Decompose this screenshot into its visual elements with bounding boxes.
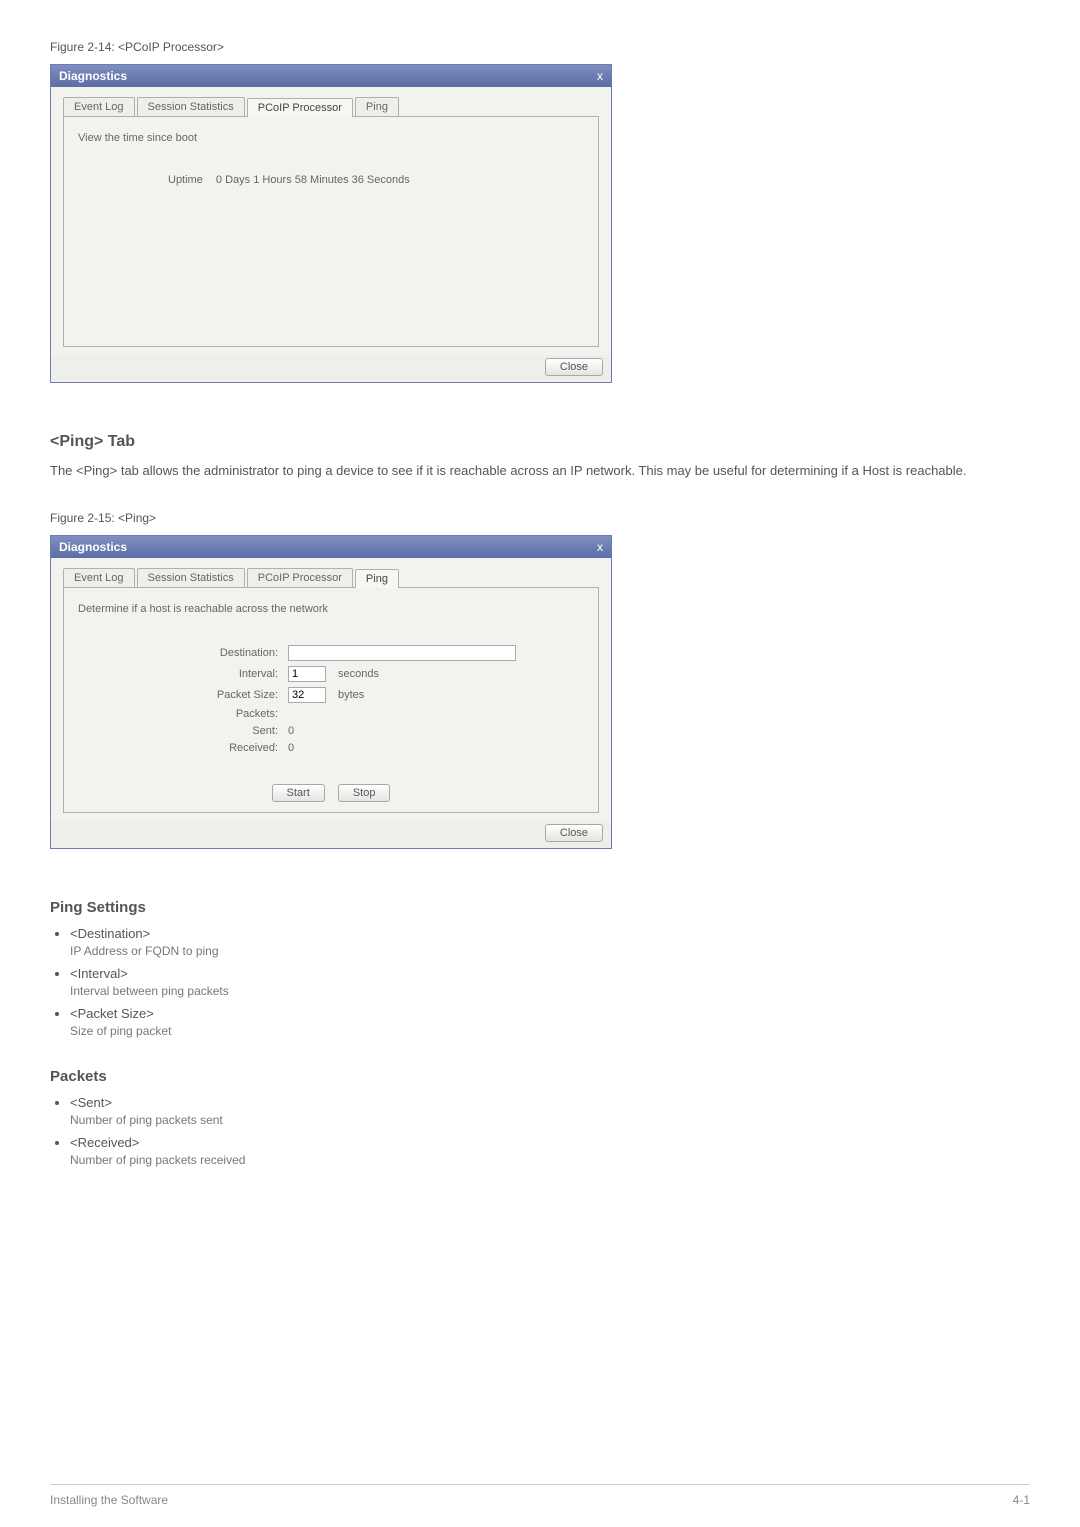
dialog-titlebar: Diagnostics x (51, 65, 611, 87)
close-button[interactable]: Close (545, 824, 603, 842)
tab-ping[interactable]: Ping (355, 569, 399, 588)
figure-caption-214: Figure 2-14: <PCoIP Processor> (50, 40, 1030, 54)
packets-label: Packets: (78, 708, 288, 720)
tabs-bar: Event Log Session Statistics PCoIP Proce… (63, 568, 599, 588)
diagnostics-dialog-pcoip: Diagnostics x Event Log Session Statisti… (50, 64, 612, 383)
ping-tab-heading: <Ping> Tab (50, 433, 1030, 451)
ping-settings-list: <Destination> IP Address or FQDN to ping… (50, 926, 1030, 1038)
sent-value: 0 (288, 725, 294, 737)
list-item: <Packet Size> Size of ping packet (70, 1006, 1030, 1038)
packets-heading: Packets (50, 1068, 1030, 1085)
packet-size-label: Packet Size: (78, 689, 288, 701)
list-item: <Destination> IP Address or FQDN to ping (70, 926, 1030, 958)
term: <Received> (70, 1135, 1030, 1150)
close-icon[interactable]: x (597, 540, 603, 554)
list-item: <Interval> Interval between ping packets (70, 966, 1030, 998)
destination-input[interactable] (288, 645, 516, 661)
footer-left: Installing the Software (50, 1493, 168, 1507)
diagnostics-dialog-ping: Diagnostics x Event Log Session Statisti… (50, 535, 612, 849)
desc: Number of ping packets received (70, 1153, 245, 1167)
sent-label: Sent: (78, 725, 288, 737)
destination-label: Destination: (78, 647, 288, 659)
tab-ping[interactable]: Ping (355, 97, 399, 116)
close-button[interactable]: Close (545, 358, 603, 376)
tab-session-statistics[interactable]: Session Statistics (137, 97, 245, 116)
ping-settings-heading: Ping Settings (50, 899, 1030, 916)
list-item: <Received> Number of ping packets receiv… (70, 1135, 1030, 1167)
tab-pcoip-processor[interactable]: PCoIP Processor (247, 568, 353, 587)
interval-suffix: seconds (338, 668, 379, 680)
term: <Interval> (70, 966, 1030, 981)
packet-size-suffix: bytes (338, 689, 364, 701)
tab-event-log[interactable]: Event Log (63, 568, 135, 587)
tab-session-statistics[interactable]: Session Statistics (137, 568, 245, 587)
term: <Packet Size> (70, 1006, 1030, 1021)
term: <Destination> (70, 926, 1030, 941)
dialog-titlebar: Diagnostics x (51, 536, 611, 558)
ping-tab-body: The <Ping> tab allows the administrator … (50, 461, 1030, 481)
interval-input[interactable] (288, 666, 326, 682)
received-label: Received: (78, 742, 288, 754)
packet-size-input[interactable] (288, 687, 326, 703)
desc: Interval between ping packets (70, 984, 229, 998)
start-button[interactable]: Start (272, 784, 325, 802)
uptime-value: 0 Days 1 Hours 58 Minutes 36 Seconds (216, 174, 410, 186)
tab-hint: View the time since boot (78, 132, 584, 144)
packets-list: <Sent> Number of ping packets sent <Rece… (50, 1095, 1030, 1167)
tab-content-pcoip: View the time since boot Uptime 0 Days 1… (63, 117, 599, 347)
term: <Sent> (70, 1095, 1030, 1110)
received-value: 0 (288, 742, 294, 754)
figure-caption-215: Figure 2-15: <Ping> (50, 511, 1030, 525)
page-footer: Installing the Software 4-1 (50, 1484, 1030, 1507)
close-icon[interactable]: x (597, 69, 603, 83)
footer-right: 4-1 (1013, 1493, 1030, 1507)
tab-event-log[interactable]: Event Log (63, 97, 135, 116)
desc: IP Address or FQDN to ping (70, 944, 219, 958)
dialog-title: Diagnostics (59, 540, 127, 554)
desc: Size of ping packet (70, 1024, 171, 1038)
stop-button[interactable]: Stop (338, 784, 391, 802)
tab-pcoip-processor[interactable]: PCoIP Processor (247, 98, 353, 117)
tab-hint: Determine if a host is reachable across … (78, 603, 584, 615)
interval-label: Interval: (78, 668, 288, 680)
uptime-label: Uptime (168, 174, 203, 186)
list-item: <Sent> Number of ping packets sent (70, 1095, 1030, 1127)
tab-content-ping: Determine if a host is reachable across … (63, 588, 599, 813)
desc: Number of ping packets sent (70, 1113, 223, 1127)
dialog-title: Diagnostics (59, 69, 127, 83)
tabs-bar: Event Log Session Statistics PCoIP Proce… (63, 97, 599, 117)
